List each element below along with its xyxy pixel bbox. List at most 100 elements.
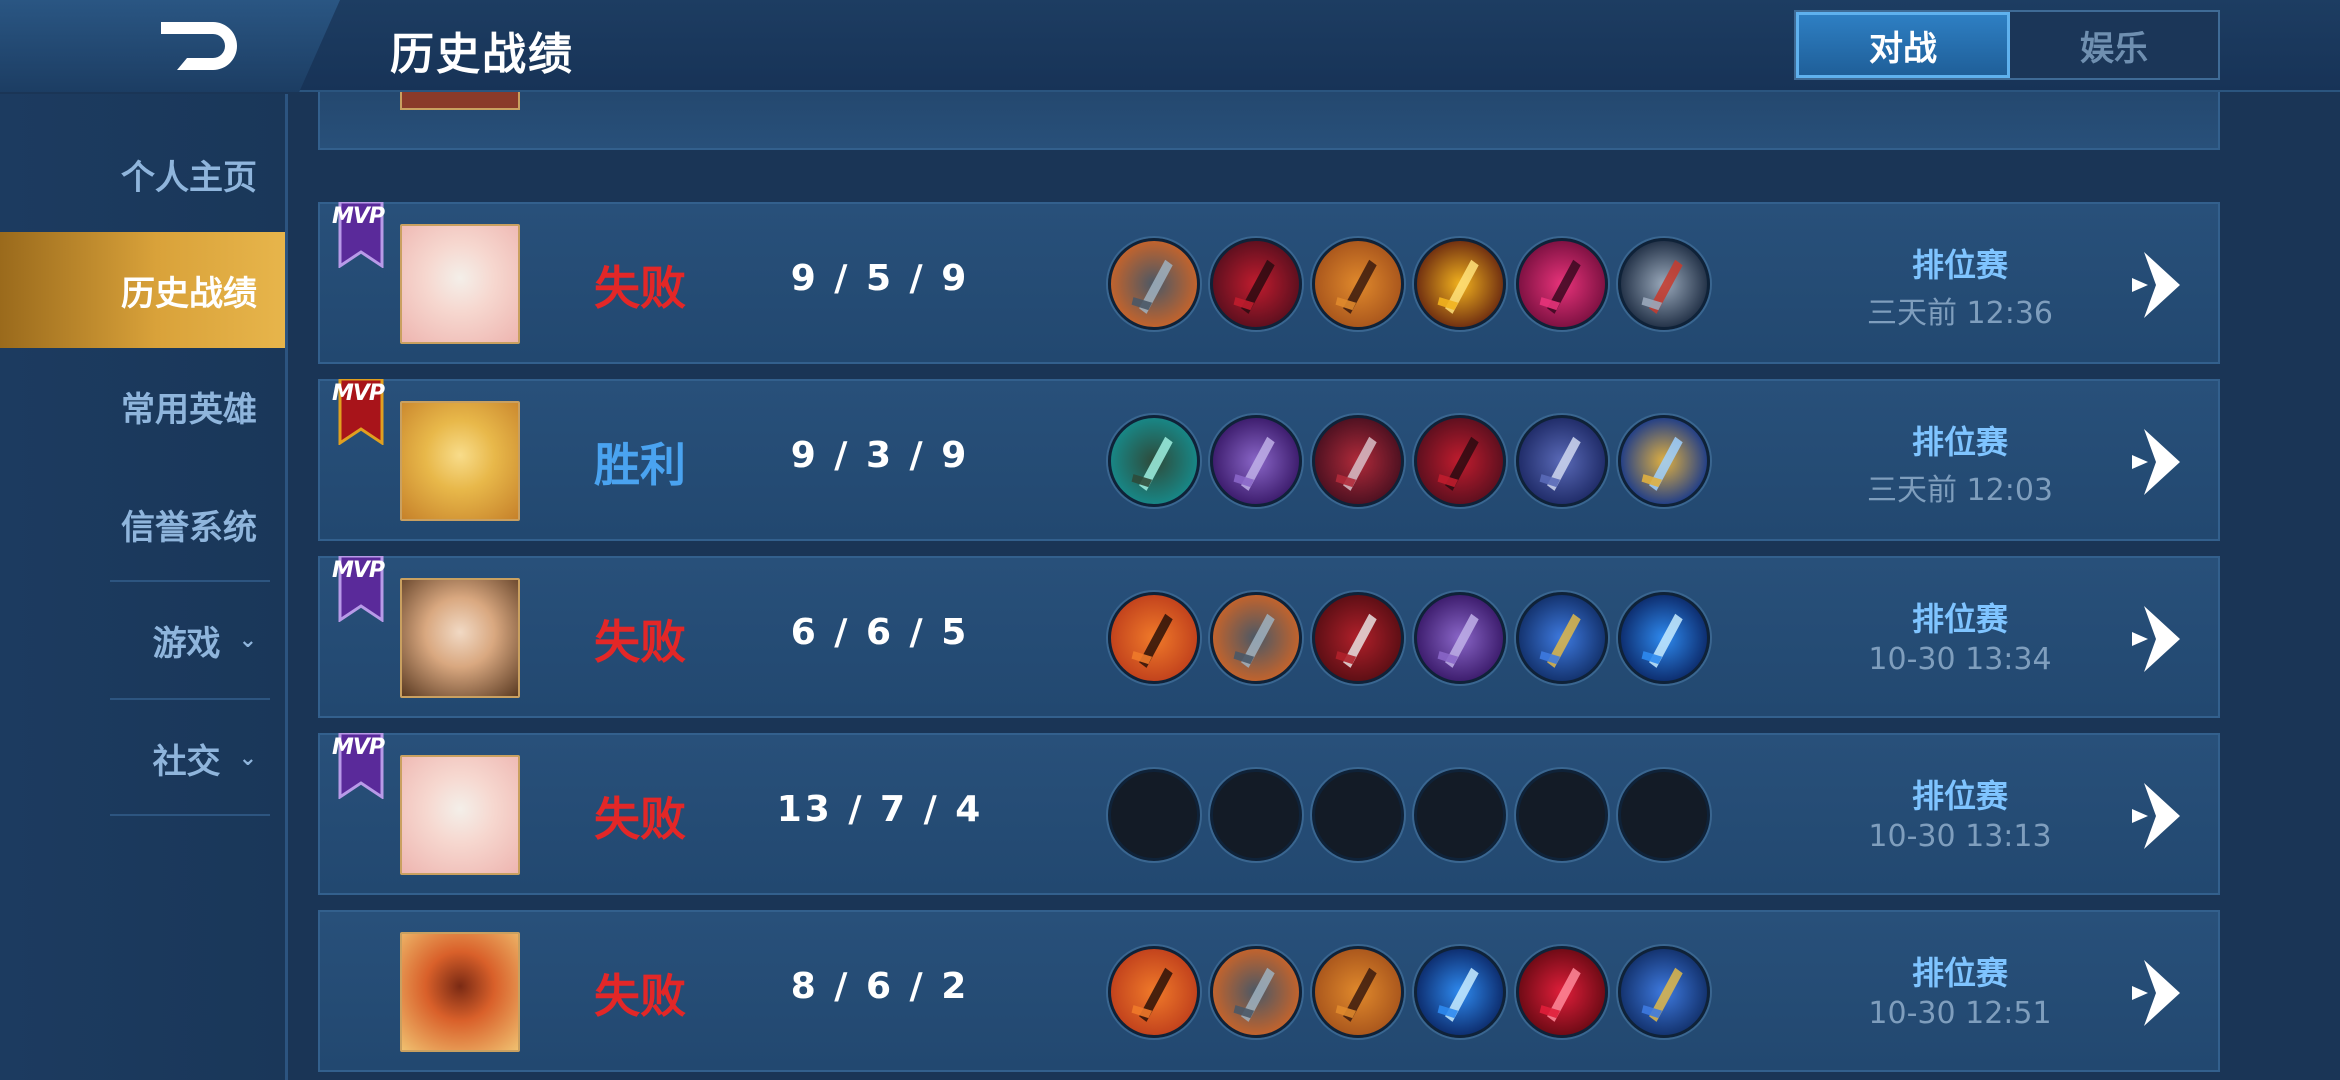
match-time: 三天前 12:36 <box>1867 296 2053 331</box>
mvp-label: MVP <box>332 735 385 760</box>
empty-item-slot <box>1618 769 1710 861</box>
bronze-boots-icon <box>1210 946 1302 1038</box>
match-mode: 排位赛 <box>1911 423 2008 461</box>
equipment-list <box>1108 946 1710 1038</box>
blue-trident-icon <box>1516 592 1608 684</box>
empty-item-slot <box>1516 769 1608 861</box>
hero-portrait <box>400 92 520 110</box>
back-button[interactable] <box>150 14 250 78</box>
hero-portrait-pink-fox <box>400 224 520 344</box>
purple-axe-icon <box>1414 592 1506 684</box>
match-time: 10-30 13:34 <box>1868 642 2052 677</box>
sidebar-item-history[interactable]: 历史战绩 <box>0 232 285 348</box>
match-time: 10-30 13:13 <box>1868 819 2052 854</box>
crimson-blade-icon <box>1414 415 1506 507</box>
top-bar: 历史战绩 对战 娱乐 <box>0 0 2340 92</box>
match-detail-button[interactable] <box>2130 956 2200 1030</box>
orange-spear-icon <box>1312 238 1404 330</box>
mvp-badge: MVP <box>332 200 386 269</box>
tab-battle[interactable]: 对战 <box>1796 12 2010 78</box>
page-title: 历史战绩 <box>390 29 574 80</box>
golden-wing-icon <box>1414 238 1506 330</box>
table-row[interactable]: MVP 失败 9 / 5 / 9 排位赛 三天前 12:36 <box>318 200 2220 364</box>
flame-gauntlet-icon <box>1108 946 1200 1038</box>
mvp-badge: MVP <box>332 731 386 800</box>
red-armor-icon <box>1312 415 1404 507</box>
chevron-down-icon: ⌄ <box>238 745 257 771</box>
equipment-list <box>1108 415 1710 507</box>
sidebar-item-label: 常用英雄 <box>121 389 257 430</box>
green-boots-icon <box>1108 415 1200 507</box>
match-mode: 排位赛 <box>1911 600 2008 638</box>
match-detail-button[interactable] <box>2130 779 2200 853</box>
match-result: 失败 <box>594 969 686 1023</box>
sidebar-item-social[interactable]: 社交 ⌄ <box>0 700 285 816</box>
kda-stats: 6 / 6 / 5 <box>790 612 970 653</box>
equipment-list <box>1108 769 1710 861</box>
table-row[interactable]: MVP 胜利 9 / 3 / 9 排位赛三天前 12:03 <box>318 377 2220 541</box>
match-result: 失败 <box>594 792 686 846</box>
table-row[interactable]: MVP 失败 6 / 6 / 5 排位赛 10-30 13:34 <box>318 554 2220 718</box>
hero-portrait-monkey-king <box>400 932 520 1052</box>
equipment-list <box>1108 238 1710 330</box>
silver-dagger-icon <box>1618 238 1710 330</box>
chevron-right-icon <box>2132 429 2180 495</box>
mode-tabs: 对战 娱乐 <box>1794 10 2220 80</box>
flame-gauntlet-icon <box>1108 592 1200 684</box>
violet-armor-icon <box>1516 415 1608 507</box>
empty-item-slot <box>1312 769 1404 861</box>
chevron-right-icon <box>2132 606 2180 672</box>
kda-stats: 9 / 3 / 9 <box>790 435 970 476</box>
pink-axe-icon <box>1516 238 1608 330</box>
blue-trident-icon <box>1618 946 1710 1038</box>
mvp-badge: MVP <box>332 377 386 446</box>
empty-item-slot <box>1210 769 1302 861</box>
red-horned-icon <box>1516 946 1608 1038</box>
tab-entertainment[interactable]: 娱乐 <box>2010 12 2218 78</box>
chevron-right-icon <box>2132 252 2180 318</box>
match-mode: 排位赛 <box>1911 246 2008 284</box>
chevron-right-icon <box>2132 783 2180 849</box>
sidebar-item-profile[interactable]: 个人主页 <box>0 116 285 232</box>
kda-stats: 8 / 6 / 2 <box>790 966 970 1007</box>
table-row-partial <box>318 92 2220 150</box>
match-result: 胜利 <box>594 438 686 492</box>
blue-sword-icon <box>1618 592 1710 684</box>
orange-spear-icon <box>1312 946 1404 1038</box>
sidebar: 个人主页 历史战绩 常用英雄 信誉系统 游戏 ⌄ 社交 ⌄ <box>0 94 288 1080</box>
sidebar-item-heroes[interactable]: 常用英雄 <box>0 348 285 464</box>
match-time: 三天前 12:03 <box>1867 473 2053 508</box>
match-mode: 排位赛 <box>1911 954 2008 992</box>
crimson-blade-icon <box>1210 238 1302 330</box>
sidebar-item-label: 游戏 <box>152 623 221 664</box>
chevron-right-icon <box>2132 960 2180 1026</box>
match-mode: 排位赛 <box>1911 777 2008 815</box>
table-row[interactable]: 失败 8 / 6 / 2 排位赛 10-30 12:51 <box>318 910 2220 1072</box>
sidebar-item-label: 信誉系统 <box>121 507 257 548</box>
sidebar-item-label: 社交 <box>152 741 221 782</box>
bronze-boots-icon <box>1210 592 1302 684</box>
purple-axe-icon <box>1210 415 1302 507</box>
mvp-badge: MVP <box>332 554 386 623</box>
equipment-list <box>1108 592 1710 684</box>
sidebar-divider <box>110 814 270 816</box>
bronze-boots-icon <box>1108 238 1200 330</box>
sidebar-item-label: 历史战绩 <box>121 273 257 314</box>
match-detail-button[interactable] <box>2130 425 2200 499</box>
blue-sword-icon <box>1414 946 1506 1038</box>
sidebar-item-game[interactable]: 游戏 ⌄ <box>0 582 285 698</box>
empty-item-slot <box>1108 769 1200 861</box>
hero-portrait-young-man <box>400 578 520 698</box>
mvp-label: MVP <box>332 381 385 406</box>
chevron-down-icon: ⌄ <box>238 627 257 653</box>
table-row[interactable]: MVP 失败 13 / 7 / 4 排位赛 10-30 13:13 <box>318 731 2220 895</box>
match-detail-button[interactable] <box>2130 248 2200 322</box>
sidebar-item-credit[interactable]: 信誉系统 <box>0 466 285 582</box>
hero-portrait-pink-fox <box>400 755 520 875</box>
kda-stats: 9 / 5 / 9 <box>790 258 970 299</box>
empty-item-slot <box>1414 769 1506 861</box>
blue-gold-armor-icon <box>1618 415 1710 507</box>
back-arrow-icon <box>161 22 237 70</box>
red-scythe-icon <box>1312 592 1404 684</box>
match-detail-button[interactable] <box>2130 602 2200 676</box>
